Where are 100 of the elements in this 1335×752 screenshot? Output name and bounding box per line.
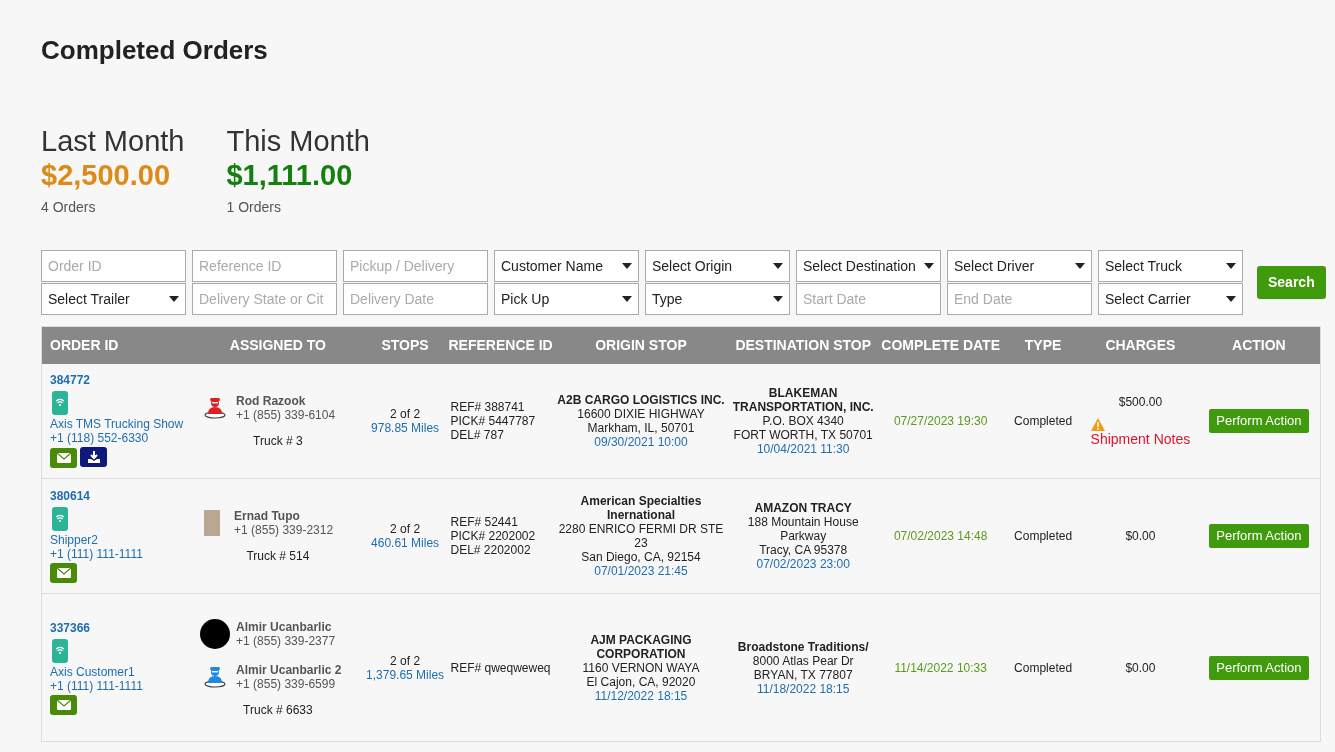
order-count: 4 Orders bbox=[41, 198, 97, 217]
stop-date: 09/30/2021 10:00 bbox=[593, 434, 689, 449]
destination-name: AMAZON TRACY bbox=[753, 501, 853, 515]
reference-number: PICK# 5447787 bbox=[450, 413, 537, 428]
column-header: STOPS bbox=[362, 326, 448, 364]
filter-field[interactable]: Pickup / Delivery bbox=[343, 250, 488, 282]
miles-link[interactable]: 460.61 Miles bbox=[365, 536, 445, 550]
miles-link[interactable]: 1,379.65 Miles bbox=[365, 667, 445, 682]
stop-date: 07/02/2023 23:00 bbox=[755, 557, 851, 571]
email-button[interactable] bbox=[50, 563, 77, 583]
perform-action-button[interactable]: Perform Action bbox=[1209, 524, 1309, 548]
filter-field[interactable]: End Date bbox=[947, 283, 1092, 315]
address-line: 8000 Atlas Pear Dr bbox=[751, 653, 855, 668]
customer-name: Axis Customer1 bbox=[50, 664, 136, 679]
filter-dropdown[interactable]: Select Truck bbox=[1098, 250, 1243, 282]
download-icon bbox=[85, 450, 102, 465]
address-line: Markham, IL, 50701 bbox=[586, 420, 696, 435]
shipment-notes-link[interactable]: Shipment Notes bbox=[1086, 432, 1195, 447]
driver-name: Ernad Tupo bbox=[234, 509, 301, 523]
filter-field[interactable]: Start Date bbox=[796, 283, 941, 315]
address-line: 16600 DIXIE HIGHWAY bbox=[576, 406, 706, 421]
column-header: ASSIGNED TO bbox=[193, 326, 363, 364]
driver-phone: +1 (855) 339-2377 bbox=[236, 633, 336, 648]
driver-name: Almir Ucanbarlic 2 bbox=[236, 662, 342, 677]
filter-dropdown[interactable]: Select Destination bbox=[796, 250, 941, 282]
complete-date: 07/02/2023 14:48 bbox=[878, 478, 1004, 594]
address-line: 188 Mountain House Parkway bbox=[746, 515, 860, 543]
reference-number: DEL# 787 bbox=[450, 427, 505, 442]
summary-label: Last Month bbox=[41, 125, 185, 157]
address-line: Tracy, CA 95378 bbox=[758, 543, 849, 557]
customer-phone: +1 (111) 111-1111 bbox=[50, 678, 144, 693]
truck-number: Truck # 3 bbox=[252, 433, 304, 448]
email-button[interactable] bbox=[50, 694, 77, 715]
filter-field[interactable]: Delivery State or Cit bbox=[192, 283, 337, 315]
order-type: Completed bbox=[1003, 593, 1084, 742]
address-line: El Cajon, CA, 92020 bbox=[585, 674, 697, 689]
photo-placeholder bbox=[204, 510, 221, 536]
column-header: ACTION bbox=[1197, 326, 1321, 364]
customer-name: Axis TMS Trucking Show bbox=[50, 417, 185, 432]
address-line: P.O. BOX 4340 bbox=[761, 413, 845, 428]
filter-field[interactable]: Order ID bbox=[41, 250, 186, 282]
filter-dropdown[interactable]: Pick Up bbox=[494, 283, 639, 315]
address-line: 1160 VERNON WAYA bbox=[581, 660, 701, 675]
driver-name: Rod Razook bbox=[236, 393, 307, 408]
driver-name: Almir Ucanbarlic bbox=[236, 619, 333, 634]
download-button[interactable] bbox=[80, 447, 107, 468]
filter-dropdown[interactable]: Select Trailer bbox=[41, 283, 186, 315]
filter-field[interactable]: Reference ID bbox=[192, 250, 337, 282]
truck-number: Truck # 514 bbox=[245, 549, 311, 563]
order-id-link[interactable]: 384772 bbox=[50, 373, 191, 388]
summary-label: This Month bbox=[226, 125, 370, 157]
customer-phone: +1 (111) 111-1111 bbox=[50, 547, 144, 561]
perform-action-button[interactable]: Perform Action bbox=[1209, 408, 1309, 433]
reference-number: REF# qweqweweq bbox=[450, 660, 551, 675]
stop-count: 2 of 2 bbox=[389, 406, 422, 421]
stop-count: 2 of 2 bbox=[389, 653, 422, 668]
filter-dropdown[interactable]: Customer Name bbox=[494, 250, 639, 282]
stop-date: 07/01/2023 21:45 bbox=[593, 564, 689, 578]
envelope-icon bbox=[55, 698, 72, 711]
envelope-icon bbox=[55, 567, 72, 579]
perform-action-button[interactable]: Perform Action bbox=[1209, 655, 1309, 680]
order-type: Completed bbox=[1003, 363, 1084, 479]
column-header: ORIGIN STOP bbox=[553, 326, 729, 364]
filter-field[interactable]: Delivery Date bbox=[343, 283, 488, 315]
summary-amount: $2,500.00 bbox=[41, 158, 171, 193]
order-id-link[interactable]: 380614 bbox=[50, 489, 191, 503]
address-line: FORT WORTH, TX 50701 bbox=[732, 427, 874, 442]
complete-date: 11/14/2022 10:33 bbox=[878, 593, 1004, 742]
destination-name: Broadstone Traditions/ bbox=[736, 639, 870, 654]
miles-link[interactable]: 978.85 Miles bbox=[365, 420, 445, 435]
address-line: 2280 ENRICO FERMI DR STE 23 bbox=[557, 522, 725, 550]
reference-number: REF# 388741 bbox=[450, 399, 526, 414]
complete-date: 07/27/2023 19:30 bbox=[878, 363, 1004, 479]
search-button[interactable]: Search bbox=[1257, 266, 1326, 299]
avatar-circle bbox=[200, 618, 231, 649]
filter-dropdown[interactable]: Type bbox=[645, 283, 790, 315]
order-count: 1 Orders bbox=[226, 198, 282, 217]
phone-icon bbox=[51, 506, 69, 532]
address-line: San Diego, CA, 92154 bbox=[580, 550, 702, 564]
column-header: REFERENCE ID bbox=[447, 326, 554, 364]
customer-name: Shipper2 bbox=[50, 533, 100, 547]
destination-name: BLAKEMAN TRANSPORTATION, INC. bbox=[731, 385, 875, 414]
filter-dropdown[interactable]: Select Origin bbox=[645, 250, 790, 282]
charge-amount: $500.00 bbox=[1117, 395, 1164, 410]
origin-name: AJM PACKAGING CORPORATION bbox=[589, 632, 693, 661]
reference-number: REF# 52441 bbox=[450, 515, 519, 529]
filter-dropdown[interactable]: Select Carrier bbox=[1098, 283, 1243, 315]
email-button[interactable] bbox=[50, 448, 77, 469]
page-title: Completed Orders bbox=[41, 34, 269, 67]
order-id-link[interactable]: 337366 bbox=[50, 620, 191, 635]
origin-name: A2B CARGO LOGISTICS INC. bbox=[556, 392, 726, 407]
truck-number: Truck # 6633 bbox=[242, 702, 314, 717]
envelope-icon bbox=[55, 452, 72, 465]
stop-count: 2 of 2 bbox=[389, 522, 422, 536]
column-header: COMPLETE DATE bbox=[878, 326, 1004, 364]
filter-dropdown[interactable]: Select Driver bbox=[947, 250, 1092, 282]
order-type: Completed bbox=[1003, 478, 1084, 594]
origin-name: American Specialties Inernational bbox=[579, 494, 703, 522]
stop-date: 11/12/2022 18:15 bbox=[593, 688, 689, 703]
column-header: TYPE bbox=[1003, 326, 1084, 364]
